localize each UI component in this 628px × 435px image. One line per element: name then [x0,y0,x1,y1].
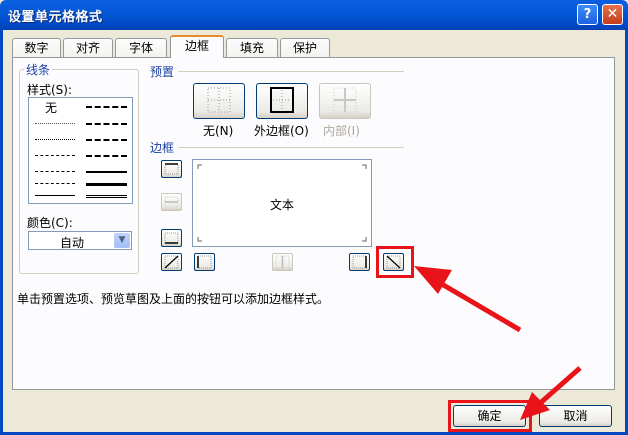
color-label: 颜色(C): [27,216,73,230]
border-right-button[interactable] [349,253,370,271]
border-left-button[interactable] [194,253,215,271]
style-none[interactable]: 无 [45,99,57,116]
style-medium-dash-dot-dot[interactable] [86,106,127,108]
border-inside-vertical-button[interactable] [272,253,293,271]
border-top-icon [164,163,179,175]
line-style-list[interactable]: 无 [28,97,133,204]
style-hair[interactable] [35,123,75,124]
help-button[interactable]: ? [577,4,598,25]
border-left-icon [197,255,212,269]
preset-inside-label: 内部(I) [323,124,360,138]
highlight-box-ok [448,400,532,432]
border-inside-horizontal-button[interactable] [161,193,182,211]
preset-none-icon [207,87,231,113]
style-label: 样式(S): [27,83,73,97]
preset-none-label: 无(N) [203,124,234,138]
border-bottom-button[interactable] [161,229,182,247]
preview-text: 文本 [270,198,295,212]
chevron-down-icon[interactable]: ▼ [114,233,130,248]
style-dash-dot-dot[interactable] [35,155,75,156]
title-bar: 设置单元格格式 ? ✕ [0,0,628,30]
hint-text: 单击预置选项、预览草图及上面的按钮可以添加边框样式。 [17,292,330,306]
style-dotted[interactable] [35,139,75,140]
presets-divider [178,71,404,72]
tab-number[interactable]: 数字 [12,38,61,57]
window-title: 设置单元格格式 [8,10,103,25]
tab-fill[interactable]: 填充 [226,38,278,57]
presets-title: 预置 [150,65,175,79]
style-dashed[interactable] [35,183,75,184]
close-button[interactable]: ✕ [602,4,623,25]
preset-none-button[interactable] [193,83,245,119]
color-value: 自动 [59,236,84,250]
border-preview[interactable]: 文本 [192,159,372,247]
style-slant-dash-dot[interactable] [86,123,127,125]
style-thick[interactable] [86,183,127,186]
highlight-box-diagonal [376,246,414,278]
style-thin[interactable] [35,195,75,196]
tab-border[interactable]: 边框 [170,35,224,58]
preset-inside-icon [333,87,357,113]
style-double[interactable] [86,195,127,198]
border-title: 边框 [150,141,175,155]
style-medium[interactable] [86,171,127,173]
border-diagonal-up-icon [164,255,179,269]
border-diagonal-up-button[interactable] [161,253,182,271]
style-medium-dashed[interactable] [86,155,127,157]
border-inside-vertical-icon [275,255,290,269]
border-right-icon [352,255,367,269]
preset-outline-button[interactable] [256,83,308,119]
border-divider [178,147,404,148]
preset-inside-button[interactable] [319,83,371,119]
style-dash-dot[interactable] [35,171,75,172]
cancel-button[interactable]: 取消 [539,405,612,427]
line-group-title: 线条 [24,61,53,78]
preset-outline-icon [270,87,294,113]
border-inside-horizontal-icon [164,196,179,208]
color-select[interactable]: 自动 ▼ [28,231,132,250]
preset-outline-label: 外边框(O) [254,124,309,138]
style-medium-dash-dot[interactable] [86,139,127,141]
tab-font[interactable]: 字体 [115,38,167,57]
tab-protection[interactable]: 保护 [280,38,330,57]
border-bottom-icon [164,232,179,244]
tab-alignment[interactable]: 对齐 [63,38,113,57]
border-top-button[interactable] [161,160,182,178]
